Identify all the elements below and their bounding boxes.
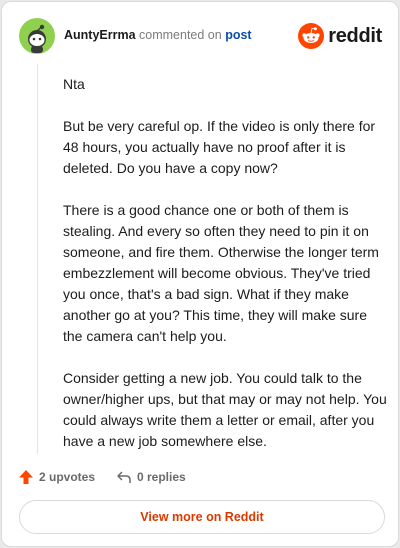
reddit-logo-icon: [298, 23, 325, 49]
view-more-button[interactable]: View more on Reddit: [19, 500, 385, 534]
user-avatar[interactable]: [19, 18, 55, 54]
upvote-count: 2 upvotes: [39, 470, 96, 484]
reply-count: 0 replies: [137, 470, 186, 484]
byline-action-text: commented on: [139, 28, 222, 42]
comment-paragraph: Nta: [63, 76, 85, 92]
upvote-arrow-icon: [19, 470, 33, 484]
comment-paragraph: There is a good chance one or both of th…: [63, 202, 379, 344]
comment-header: AuntyErrma commented on post reddit: [19, 18, 382, 54]
reddit-brand[interactable]: reddit: [298, 22, 382, 50]
comment-paragraph: Consider getting a new job. You could ta…: [63, 370, 387, 449]
comment-body: Nta But be very careful op. If the video…: [63, 74, 389, 473]
thread-line[interactable]: [37, 64, 38, 454]
reply-button[interactable]: 0 replies: [116, 467, 186, 487]
reply-arrow-icon: [117, 471, 131, 483]
reddit-wordmark: reddit: [328, 24, 382, 47]
comment-embed-card: AuntyErrma commented on post reddit Nta …: [1, 1, 399, 547]
comment-actions: 2 upvotes 0 replies: [18, 467, 382, 487]
comment-paragraph: But be very careful op. If the video is …: [63, 118, 376, 176]
post-link[interactable]: post: [225, 28, 251, 42]
byline: AuntyErrma commented on post: [64, 28, 252, 42]
username-link[interactable]: AuntyErrma: [64, 28, 136, 42]
upvote-button[interactable]: 2 upvotes: [18, 467, 95, 487]
